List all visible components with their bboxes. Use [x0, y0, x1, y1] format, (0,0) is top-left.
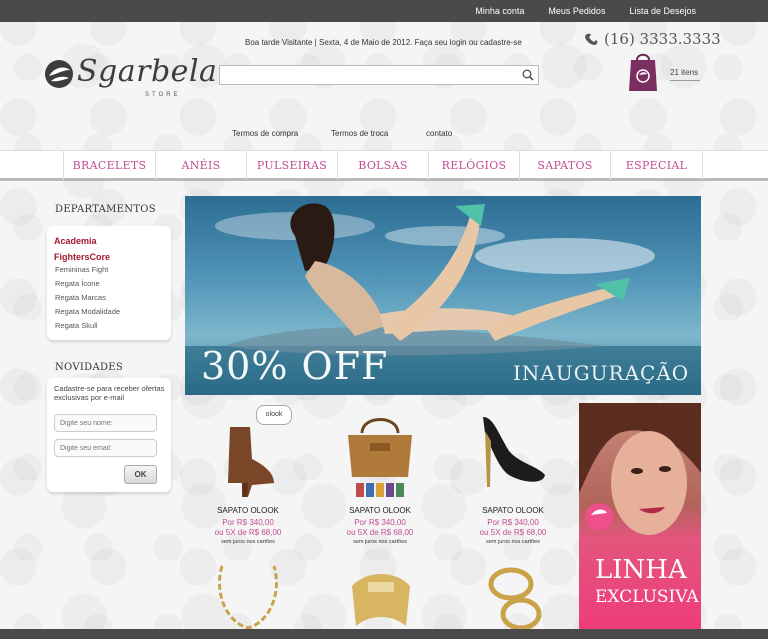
- nav-item-relogios[interactable]: RELÓGIOS: [429, 151, 520, 180]
- ring-image: [488, 567, 542, 631]
- subdept-item[interactable]: Regata Skull: [55, 321, 98, 330]
- search-icon[interactable]: [522, 69, 534, 81]
- my-account-link[interactable]: Minha conta: [475, 6, 524, 16]
- my-orders-link[interactable]: Meus Pedidos: [548, 6, 605, 16]
- bottom-bar: [0, 629, 768, 639]
- dept-academia[interactable]: Academia: [54, 236, 97, 246]
- product-installments: ou 5X de R$ 68,00: [346, 528, 414, 537]
- search-input[interactable]: [220, 67, 510, 85]
- product-card[interactable]: SAPATO OLOOK Por R$ 340,00 ou 5X de R$ 6…: [448, 403, 578, 553]
- wishlist-link[interactable]: Lista de Desejos: [629, 6, 696, 16]
- cart-item-count: 21 itens: [670, 68, 699, 77]
- banner-headline: 30% OFF: [201, 344, 389, 388]
- exclusive-line-promo[interactable]: LINHA EXCLUSIVA: [579, 403, 701, 629]
- purchase-terms-link[interactable]: Termos de compra: [232, 129, 298, 138]
- logo-emblem-icon: [45, 60, 73, 88]
- subdept-item[interactable]: Femininas Fight: [55, 265, 108, 274]
- contact-link[interactable]: contato: [426, 129, 452, 138]
- exchange-terms-link[interactable]: Termos de troca: [331, 129, 388, 138]
- cart-divider: [670, 80, 700, 81]
- product-card[interactable]: SAPATO OLOOK Por R$ 340,00 ou 5X de R$ 6…: [315, 403, 445, 553]
- nav-item-sapatos[interactable]: SAPATOS: [520, 151, 611, 180]
- dept-fighterscore[interactable]: FightersCore: [54, 252, 110, 262]
- nav-item-bolsas[interactable]: BOLSAS: [338, 151, 429, 180]
- product-note: sem juros nos cartões: [486, 539, 540, 545]
- product-note: sem juros nos cartões: [353, 539, 407, 545]
- cart[interactable]: 21 itens: [628, 50, 708, 100]
- nav-item-bracelets[interactable]: BRACELETS: [64, 151, 156, 180]
- product-name: SAPATO OLOOK: [217, 506, 279, 515]
- product-installments: ou 5X de R$ 68,00: [479, 528, 547, 537]
- phone-number: (16) 3333.3333: [604, 30, 721, 48]
- newsletter-name-input[interactable]: [54, 414, 157, 432]
- search-box: [219, 65, 539, 85]
- subdept-item[interactable]: Regata Ícone: [55, 279, 100, 288]
- nav-item-especial[interactable]: ESPECIAL: [611, 151, 703, 180]
- phone-icon: [585, 33, 598, 45]
- product-card[interactable]: [448, 560, 578, 631]
- logo[interactable]: Sgarbela STORE: [43, 52, 217, 102]
- category-nav: BRACELETS ANÉIS PULSEIRAS BOLSAS RELÓGIO…: [0, 150, 768, 181]
- cuff-bracelet-image: [352, 574, 410, 626]
- newsletter-text: Cadastre-se para receber ofertas exclusi…: [54, 384, 165, 402]
- product-name: SAPATO OLOOK: [349, 506, 411, 515]
- product-card[interactable]: [315, 560, 445, 628]
- pump-shoe-image: [483, 417, 545, 487]
- banner-subheadline: INAUGURAÇÃO: [513, 361, 690, 385]
- subdept-item[interactable]: Regata Marcas: [55, 293, 106, 302]
- shopping-bag-icon: [629, 53, 657, 91]
- greeting-text: Boa tarde Visitante | Sexta, 4 de Maio d…: [245, 38, 522, 47]
- product-installments: ou 5X de R$ 68,00: [214, 528, 282, 537]
- product-price: Por R$ 340,00: [487, 518, 539, 527]
- nav-item-pulseiras[interactable]: PULSEIRAS: [247, 151, 338, 180]
- product-price: Por R$ 340,00: [354, 518, 406, 527]
- top-bar: Minha conta Meus Pedidos Lista de Desejo…: [0, 0, 768, 22]
- newsletter-box: Cadastre-se para receber ofertas exclusi…: [47, 378, 171, 492]
- product-card[interactable]: olook SAPATO OLOOK Por R$ 340,00 ou 5X d…: [183, 403, 313, 553]
- logo-text: Sgarbela: [77, 54, 218, 89]
- handbag-image: [348, 418, 412, 497]
- promo-line-2: EXCLUSIVA: [595, 587, 699, 607]
- newsletter-title: NOVIDADES: [55, 362, 124, 373]
- hero-banner[interactable]: 30% OFF INAUGURAÇÃO: [185, 196, 701, 395]
- subdept-item[interactable]: Regata Modalidade: [55, 307, 120, 316]
- product-note: sem juros nos cartões: [221, 539, 275, 545]
- newsletter-ok-button[interactable]: OK: [124, 465, 157, 484]
- promo-line-1: LINHA: [595, 555, 687, 585]
- product-price: Por R$ 340,00: [222, 518, 274, 527]
- newsletter-email-input[interactable]: [54, 439, 157, 457]
- nav-item-aneis[interactable]: ANÉIS: [156, 151, 247, 180]
- departments-box: Academia FightersCore Femininas Fight Re…: [47, 226, 171, 340]
- logo-subtitle: STORE: [145, 92, 181, 98]
- ankle-boot-image: [228, 427, 274, 497]
- product-card[interactable]: [183, 560, 313, 630]
- header: Sgarbela STORE Boa tarde Visitante | Sex…: [0, 22, 768, 150]
- product-name: SAPATO OLOOK: [482, 506, 544, 515]
- phone-contact: (16) 3333.3333: [584, 30, 721, 48]
- departments-title: DEPARTAMENTOS: [55, 204, 156, 215]
- necklace-image: [218, 565, 278, 630]
